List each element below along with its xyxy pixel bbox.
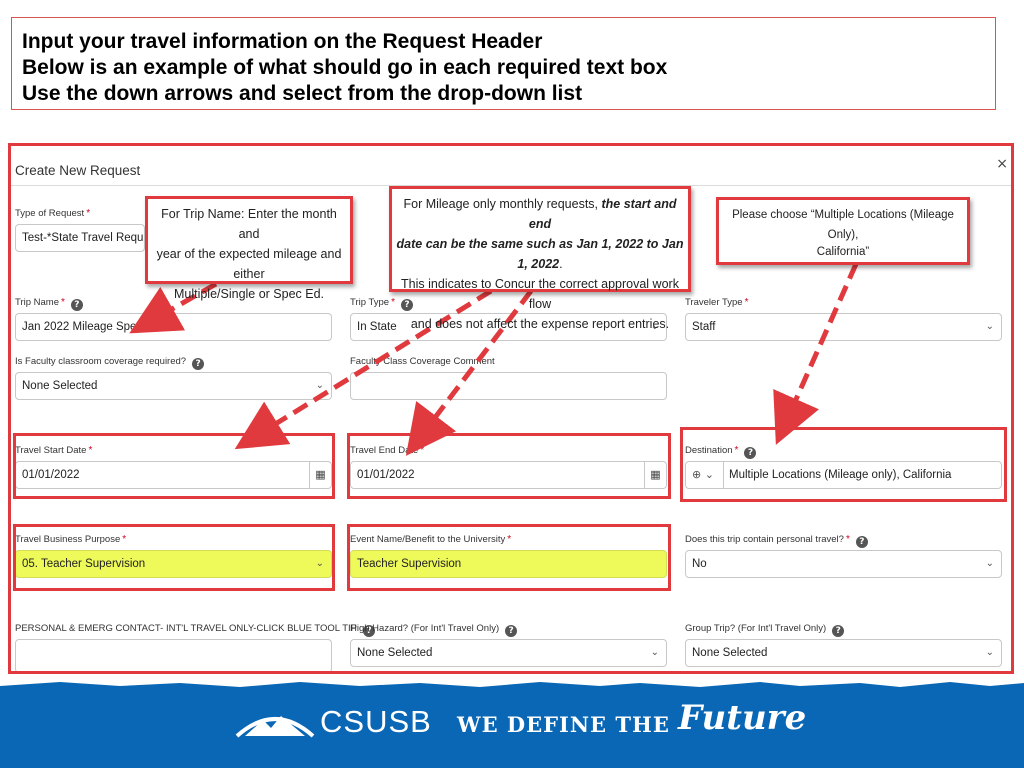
high-hazard-label: High Hazard? (For Int'l Travel Only)? (350, 623, 518, 637)
highlight-destination (680, 427, 1007, 502)
highlight-event-name (347, 524, 671, 591)
faculty-coverage-select[interactable]: None Selected ⌄ (15, 372, 332, 400)
instruction-line-3: Use the down arrows and select from the … (22, 82, 583, 105)
modal-title: Create New Request (15, 163, 141, 178)
close-icon[interactable]: × (996, 156, 1008, 172)
emerg-contact-label: PERSONAL & EMERG CONTACT- INT'L TRAVEL O… (15, 623, 375, 637)
faculty-coverage-label: Is Faculty classroom coverage required?? (15, 356, 205, 370)
group-trip-label: Group Trip? (For Int'l Travel Only)? (685, 623, 845, 637)
brand-name: CSUSB (320, 704, 432, 739)
group-trip-select[interactable]: None Selected ⌄ (685, 639, 1002, 667)
traveler-type-label: Traveler Type * (685, 297, 749, 308)
high-hazard-select[interactable]: None Selected ⌄ (350, 639, 667, 667)
footer-bar: CSUSB WE DEFINE THE Future (0, 680, 1024, 768)
personal-travel-label: Does this trip contain personal travel? *… (685, 534, 868, 548)
tagline: WE DEFINE THE (457, 712, 670, 737)
mountain-logo-icon (235, 716, 315, 738)
arrow-destination (773, 262, 859, 445)
highlight-start-date (13, 433, 335, 499)
chevron-down-icon: ⌄ (985, 321, 994, 332)
traveler-type-select[interactable]: Staff ⌄ (685, 313, 1002, 341)
tagline-script: Future (678, 698, 807, 738)
callout-trip-name: For Trip Name: Enter the month and year … (145, 196, 353, 301)
help-icon[interactable]: ? (855, 536, 868, 548)
help-icon[interactable]: ? (70, 299, 83, 311)
chevron-down-icon: ⌄ (985, 558, 994, 569)
help-icon[interactable]: ? (832, 625, 845, 637)
highlight-end-date (347, 433, 671, 499)
footer-torn-edge (0, 680, 1024, 687)
chevron-down-icon: ⌄ (315, 380, 324, 391)
instruction-line-1: Input your travel information on the Req… (22, 30, 543, 53)
request-form-screenshot: Create New Request × Type of Request * Te… (8, 143, 1014, 674)
trip-name-input[interactable]: Jan 2022 Mileage Special Ed (15, 313, 332, 341)
type-of-request-label: Type of Request * (15, 208, 91, 219)
chevron-down-icon: ⌄ (985, 647, 994, 658)
faculty-comment-label: Faculty Class Coverage Comment (350, 356, 495, 367)
callout-destination: Please choose “Multiple Locations (Milea… (716, 197, 970, 265)
slide-instructions: Input your travel information on the Req… (11, 17, 996, 110)
highlight-business-purpose (13, 524, 335, 591)
personal-travel-select[interactable]: No ⌄ (685, 550, 1002, 578)
chevron-down-icon: ⌄ (650, 647, 659, 658)
help-icon[interactable]: ? (505, 625, 518, 637)
trip-name-label: Trip Name *? (15, 297, 83, 311)
help-icon[interactable]: ? (192, 358, 205, 370)
instruction-line-2: Below is an example of what should go in… (22, 56, 668, 79)
emerg-contact-input[interactable] (15, 639, 332, 671)
type-of-request-select[interactable]: Test-*State Travel Request Po (15, 224, 145, 252)
faculty-comment-input[interactable] (350, 372, 667, 400)
callout-mileage-dates: For Mileage only monthly requests, the s… (389, 186, 691, 331)
